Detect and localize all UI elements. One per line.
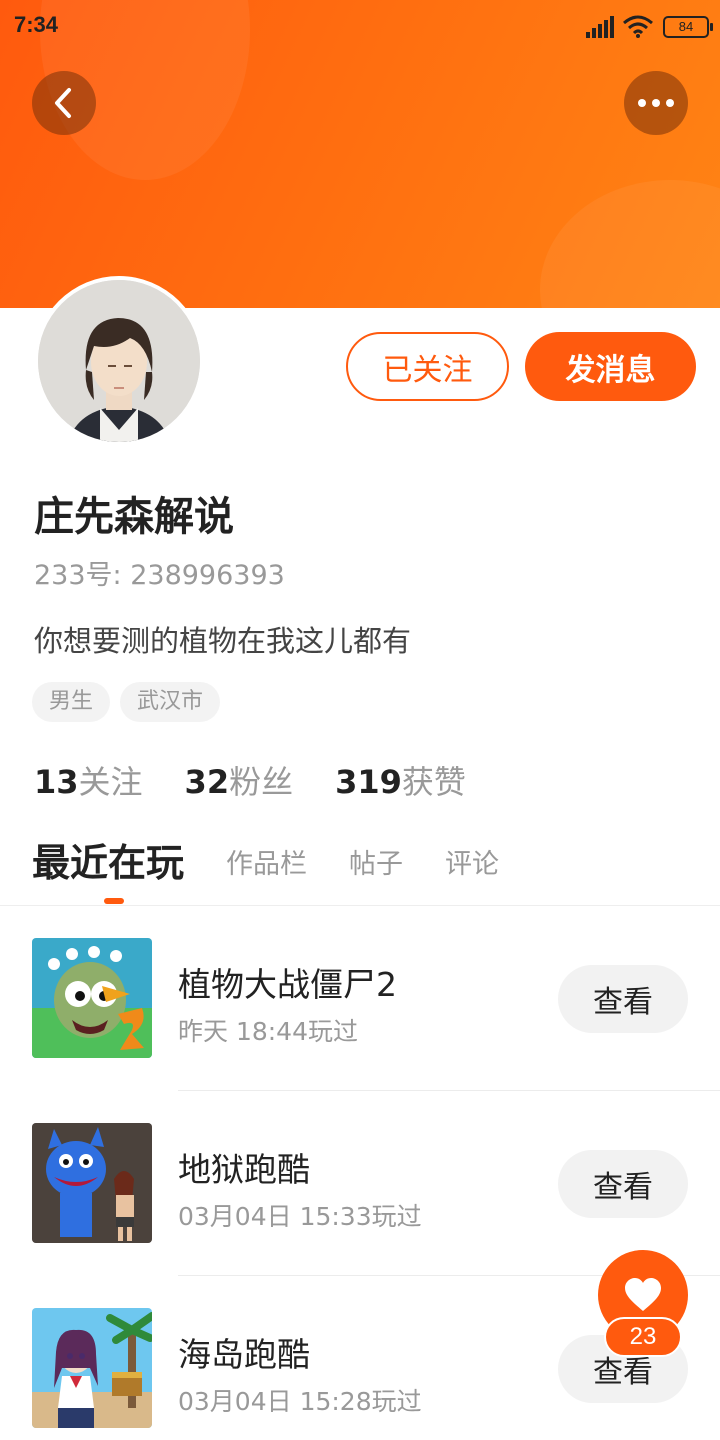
battery-icon: 84 (663, 16, 713, 38)
stat-label: 获赞 (401, 763, 466, 801)
profile-tabs: 最近在玩 作品栏 帖子 评论 (32, 835, 541, 891)
avatar[interactable] (34, 276, 204, 446)
game-name: 植物大战僵尸2 (178, 965, 397, 1004)
stat-label: 关注 (78, 763, 143, 801)
game-played-time: 昨天 18:44玩过 (178, 1017, 358, 1046)
avatar-image (38, 280, 200, 442)
status-bar: 7:34 84 (0, 0, 720, 56)
game-name: 海岛跑酷 (178, 1335, 310, 1374)
status-time: 7:34 (14, 12, 59, 37)
stat-number: 319 (335, 763, 402, 801)
profile-id: 233号: 238996393 (34, 560, 285, 591)
view-game-button[interactable]: 查看 (558, 965, 688, 1033)
profile-tags: 男生 武汉市 (32, 682, 221, 722)
followers-stat[interactable]: 32粉丝 (185, 757, 294, 803)
game-icon (32, 1123, 152, 1243)
tab-comments[interactable]: 评论 (445, 842, 499, 891)
like-count-badge: 23 (604, 1317, 682, 1357)
game-icon (32, 938, 152, 1058)
tab-posts[interactable]: 帖子 (349, 842, 403, 891)
view-game-button[interactable]: 查看 (558, 1150, 688, 1218)
game-list-item[interactable]: 地狱跑酷 03月04日 15:33玩过 查看 (0, 1091, 720, 1276)
battery-level: 84 (678, 19, 694, 34)
send-message-button[interactable]: 发消息 (525, 332, 696, 401)
stat-number: 32 (184, 763, 230, 801)
following-stat[interactable]: 13关注 (34, 757, 143, 803)
gender-tag: 男生 (32, 682, 111, 722)
heart-icon (625, 1278, 661, 1311)
stat-number: 13 (34, 763, 79, 801)
game-icon (32, 1308, 152, 1428)
back-button[interactable] (32, 71, 96, 135)
profile-bio: 你想要测的植物在我这儿都有 (34, 624, 412, 658)
wifi-icon (623, 15, 653, 38)
more-dots-icon (638, 99, 674, 107)
active-tab-indicator (104, 898, 124, 904)
game-list-item[interactable]: 植物大战僵尸2 昨天 18:44玩过 查看 (0, 906, 720, 1091)
profile-stats: 13关注 32粉丝 319获赞 (34, 757, 466, 803)
banner-decoration (540, 180, 720, 308)
followed-button[interactable]: 已关注 (346, 332, 509, 401)
game-played-time: 03月04日 15:28玩过 (178, 1387, 422, 1416)
location-tag: 武汉市 (120, 682, 221, 722)
game-played-time: 03月04日 15:33玩过 (178, 1202, 422, 1231)
signal-icon (586, 16, 614, 38)
stat-label: 粉丝 (229, 763, 294, 801)
more-button[interactable] (624, 71, 688, 135)
game-name: 地狱跑酷 (178, 1150, 310, 1189)
tab-recently-played[interactable]: 最近在玩 (32, 832, 184, 891)
likes-stat: 319获赞 (335, 757, 466, 803)
tab-works[interactable]: 作品栏 (226, 842, 307, 891)
profile-name: 庄先森解说 (34, 494, 234, 540)
chevron-left-icon (55, 88, 71, 118)
